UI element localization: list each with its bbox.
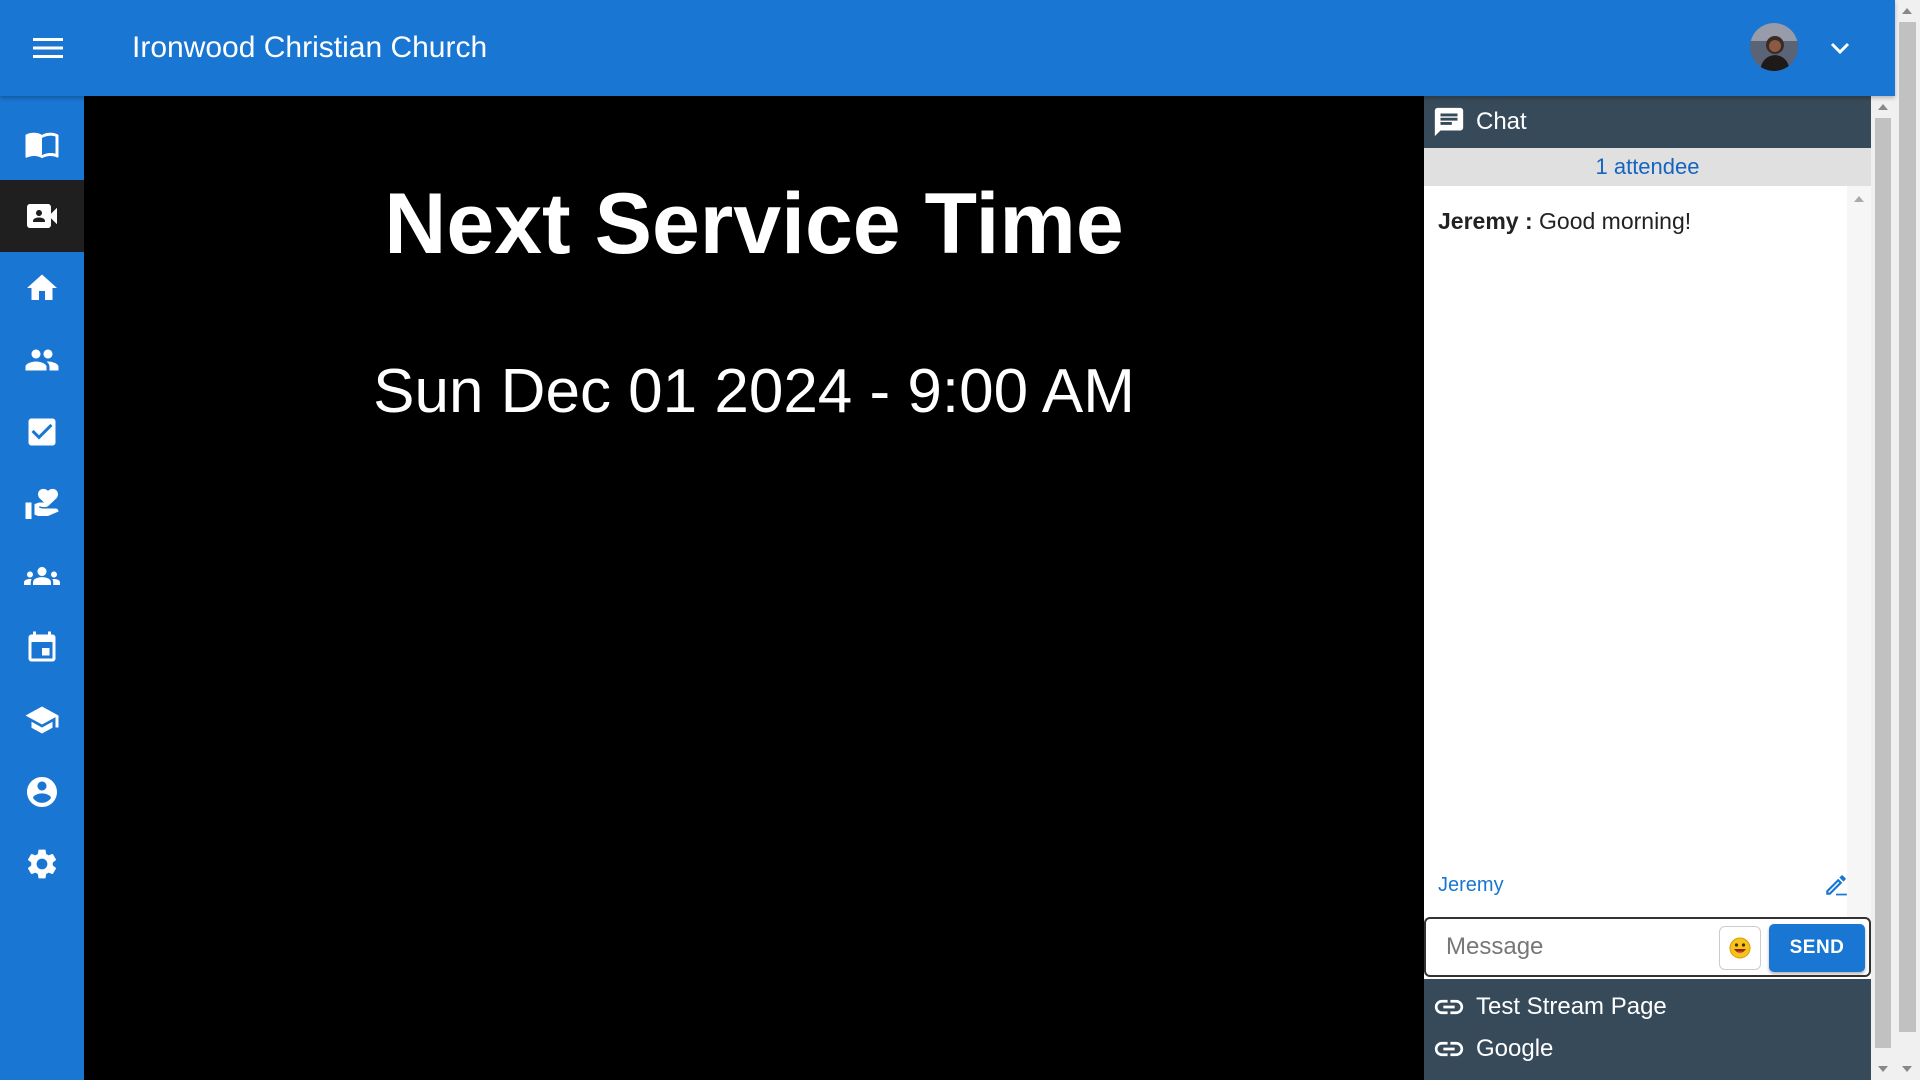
book-open-icon — [25, 132, 59, 159]
stream-links: Test Stream Page Google — [1424, 979, 1871, 1080]
current-user-row: Jeremy — [1424, 868, 1871, 904]
user-avatar[interactable] — [1750, 23, 1798, 71]
video-camera-icon — [27, 204, 57, 228]
edit-name-button[interactable] — [1823, 872, 1851, 900]
link-google[interactable]: Google — [1432, 1027, 1553, 1071]
message-author: Jeremy : — [1438, 208, 1533, 234]
edit-pencil-icon — [1826, 875, 1847, 896]
scroll-down-arrow-icon[interactable] — [1902, 1066, 1912, 1072]
page-scrollbar-thumb[interactable] — [1899, 22, 1916, 1032]
chat-panel: Chat 1 attendee Jeremy : Good morning! J… — [1424, 96, 1871, 1080]
app-title: Ironwood Christian Church — [132, 31, 488, 64]
gear-icon — [27, 849, 57, 879]
page-scrollbar[interactable] — [1895, 0, 1920, 1080]
chevron-down-icon — [1830, 42, 1850, 55]
school-icon — [25, 706, 59, 734]
sidebar-item-calendar[interactable] — [0, 612, 84, 684]
volunteer-heart-icon — [25, 488, 59, 519]
current-user-name: Jeremy — [1438, 874, 1504, 896]
message-list[interactable]: Jeremy : Good morning! — [1424, 186, 1871, 966]
sidebar-item-settings[interactable] — [0, 828, 84, 900]
next-service-time: Sun Dec 01 2024 - 9:00 AM — [373, 357, 1135, 426]
account-menu-button[interactable] — [1822, 30, 1858, 66]
menu-button[interactable] — [28, 30, 68, 66]
account-circle-icon — [27, 777, 57, 807]
people-icon — [25, 349, 59, 371]
chat-title: Chat — [1476, 108, 1527, 135]
scroll-up-arrow-icon[interactable] — [1902, 8, 1912, 14]
scroll-up-arrow-icon[interactable] — [1854, 196, 1864, 202]
sidebar-item-learning[interactable] — [0, 684, 84, 756]
sidebar-item-donate[interactable] — [0, 468, 84, 540]
sidebar-item-bible[interactable] — [0, 108, 84, 180]
attendee-count[interactable]: 1 attendee — [1424, 148, 1871, 186]
home-icon — [27, 274, 57, 300]
panel-scrollbar[interactable] — [1871, 96, 1895, 1080]
chat-message: Jeremy : Good morning! — [1438, 208, 1691, 235]
sidebar-item-groups[interactable] — [0, 540, 84, 612]
checkbox-icon — [28, 418, 56, 446]
groups-icon — [24, 567, 60, 585]
link-icon — [1434, 999, 1464, 1015]
link-label: Google — [1476, 1035, 1554, 1062]
link-icon — [1434, 1041, 1464, 1057]
sidebar-item-stream[interactable] — [0, 180, 84, 252]
sidebar-item-people[interactable] — [0, 324, 84, 396]
send-button[interactable]: SEND — [1769, 924, 1865, 972]
panel-scrollbar-thumb[interactable] — [1875, 118, 1891, 1048]
next-service-heading: Next Service Time — [384, 176, 1124, 272]
sidebar-item-home[interactable] — [0, 252, 84, 324]
scroll-up-arrow-icon[interactable] — [1878, 104, 1888, 110]
message-composer: SEND — [1424, 917, 1871, 977]
menu-icon — [33, 38, 63, 58]
scroll-down-arrow-icon[interactable] — [1878, 1066, 1888, 1072]
emoji-button[interactable] — [1719, 926, 1761, 970]
chat-header[interactable]: Chat — [1424, 96, 1871, 148]
app-bar: Ironwood Christian Church — [0, 0, 1895, 96]
link-label: Test Stream Page — [1476, 993, 1667, 1020]
message-list-scrollbar[interactable] — [1847, 186, 1871, 966]
sidebar — [0, 96, 84, 1080]
sidebar-item-profile[interactable] — [0, 756, 84, 828]
message-text: Good morning! — [1539, 208, 1692, 234]
sidebar-item-tasks[interactable] — [0, 396, 84, 468]
emoji-icon — [1729, 937, 1751, 959]
chat-icon — [1434, 107, 1464, 137]
message-input[interactable] — [1434, 927, 1704, 967]
calendar-icon — [28, 631, 56, 662]
video-stage: Next Service Time Sun Dec 01 2024 - 9:00… — [84, 96, 1424, 1080]
link-test-stream-page[interactable]: Test Stream Page — [1432, 985, 1667, 1029]
